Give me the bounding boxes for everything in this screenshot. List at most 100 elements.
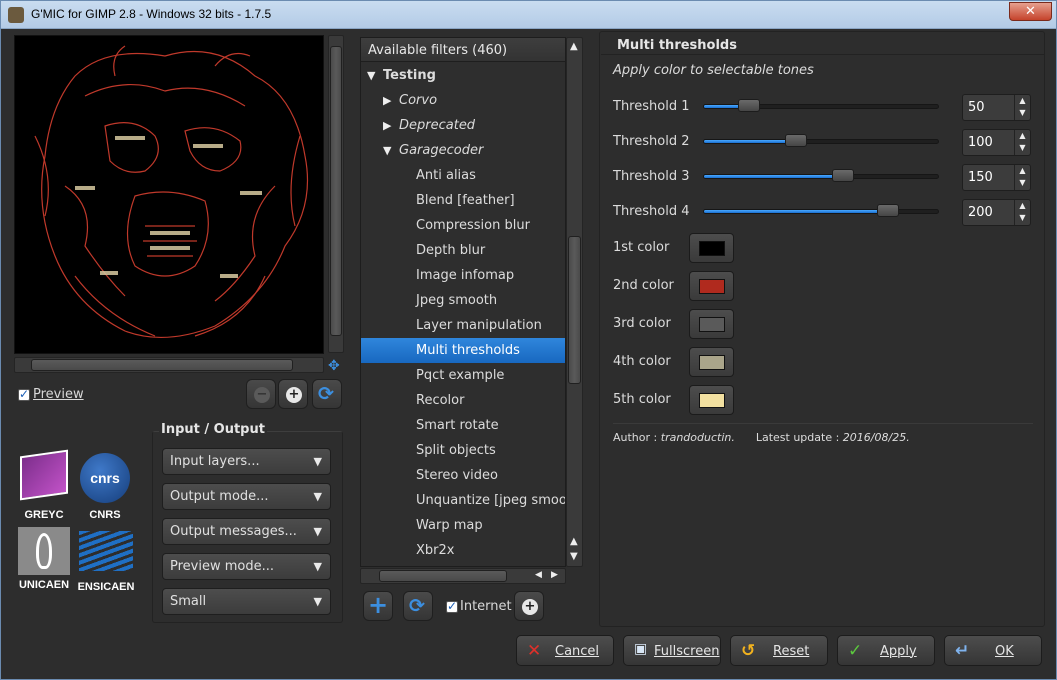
- filter-item[interactable]: Anti alias: [361, 163, 565, 188]
- move-icon[interactable]: ✥: [328, 358, 340, 374]
- filter-item[interactable]: Jpeg smooth: [361, 288, 565, 313]
- close-button[interactable]: ✕: [1009, 2, 1052, 21]
- spin-arrows-icon[interactable]: ▲ ▼: [1014, 130, 1030, 155]
- filter-folder[interactable]: ▶ Corvo: [361, 88, 565, 113]
- threshold-slider[interactable]: [703, 99, 939, 112]
- scroll-right-icon[interactable]: ▶: [551, 570, 558, 580]
- collapsed-arrow-icon[interactable]: ▶: [383, 88, 391, 113]
- slider-handle[interactable]: [832, 169, 855, 182]
- preview-image[interactable]: [14, 35, 324, 354]
- preview-horizontal-scrollbar[interactable]: [14, 357, 324, 373]
- expanded-arrow-icon[interactable]: ▼: [383, 138, 391, 163]
- scroll-left-icon[interactable]: ◀: [535, 570, 542, 580]
- apply-button[interactable]: ✓ Apply: [837, 635, 935, 666]
- internet-checkbox-label[interactable]: Internet: [460, 599, 512, 614]
- preview-size-combo[interactable]: Small ▼: [162, 588, 331, 615]
- filters-tree[interactable]: Available filters (460) ▼ Testing ▶ Corvo ▶ D…: [360, 37, 566, 567]
- input-layers-combo[interactable]: Input layers... ▼: [162, 448, 331, 475]
- filter-title: Multi thresholds: [617, 38, 737, 53]
- filters-vertical-scroll-thumb[interactable]: [568, 236, 581, 384]
- threshold-spinbox[interactable]: 50 ▲ ▼: [962, 94, 1031, 121]
- filters-horizontal-scroll-thumb[interactable]: [379, 570, 507, 582]
- filter-item[interactable]: Stereo video: [361, 463, 565, 488]
- threshold-slider[interactable]: [703, 204, 939, 217]
- greyc-logo[interactable]: GREYC: [16, 449, 72, 525]
- filter-item[interactable]: Unquantize [jpeg smooth]: [361, 488, 565, 513]
- ok-button[interactable]: ↵ OK: [944, 635, 1042, 666]
- filter-item[interactable]: Compression blur: [361, 213, 565, 238]
- threshold-spinbox[interactable]: 100 ▲ ▼: [962, 129, 1031, 156]
- gmic-window: G'MIC for GIMP 2.8 - Windows 32 bits - 1…: [0, 0, 1057, 680]
- zoom-in-button[interactable]: +: [278, 379, 308, 409]
- filter-label: Corvo: [399, 93, 438, 108]
- threshold-spinbox[interactable]: 150 ▲ ▼: [962, 164, 1031, 191]
- threshold-spinbox[interactable]: 200 ▲ ▼: [962, 199, 1031, 226]
- output-mode-combo[interactable]: Output mode... ▼: [162, 483, 331, 510]
- preview-checkbox-label[interactable]: Preview: [33, 387, 84, 402]
- cancel-label: Cancel: [555, 644, 600, 659]
- cnrs-logo[interactable]: cnrs CNRS: [77, 453, 133, 525]
- filter-label: Garagecoder: [399, 143, 484, 158]
- color-swatch: [699, 241, 725, 256]
- filter-item[interactable]: Blend [feather]: [361, 188, 565, 213]
- slider-handle[interactable]: [738, 99, 761, 112]
- filter-item[interactable]: Warp map: [361, 513, 565, 538]
- scroll-up-icon[interactable]: ▲: [570, 536, 578, 547]
- preview-checkbox[interactable]: [18, 387, 30, 401]
- spin-arrows-icon[interactable]: ▲ ▼: [1014, 200, 1030, 225]
- preview-vertical-scroll-thumb[interactable]: [330, 46, 342, 336]
- color-label: 5th color: [613, 392, 671, 407]
- zoom-out-button[interactable]: −: [246, 379, 276, 409]
- reset-button[interactable]: ↺ Reset: [730, 635, 828, 666]
- scroll-up-icon[interactable]: ▲: [570, 41, 578, 52]
- filters-horizontal-scrollbar[interactable]: ◀ ▶: [360, 568, 566, 584]
- filter-folder[interactable]: ▼ Testing: [361, 63, 565, 88]
- reset-zoom-button[interactable]: ⟳: [312, 379, 342, 409]
- output-messages-combo[interactable]: Output messages... ▼: [162, 518, 331, 545]
- color-picker-button[interactable]: [689, 309, 734, 339]
- cancel-button[interactable]: ✕ Cancel: [516, 635, 614, 666]
- unicaen-logo[interactable]: UNICAEN: [16, 527, 72, 593]
- internet-checkbox[interactable]: [446, 599, 458, 613]
- filter-item[interactable]: Depth blur: [361, 238, 565, 263]
- color-picker-button[interactable]: [689, 271, 734, 301]
- preview-horizontal-scroll-thumb[interactable]: [31, 359, 293, 371]
- threshold-label: Threshold 3: [613, 169, 690, 184]
- spin-arrows-icon[interactable]: ▲ ▼: [1014, 165, 1030, 190]
- filter-item[interactable]: Smart rotate: [361, 413, 565, 438]
- preview-vertical-scrollbar[interactable]: [328, 35, 344, 353]
- add-filter-source-button[interactable]: +: [514, 591, 544, 621]
- filter-item[interactable]: Multi thresholds: [361, 338, 565, 363]
- zoom-in-icon: +: [286, 387, 302, 403]
- filters-vertical-scrollbar[interactable]: ▲ ▲ ▼: [566, 37, 583, 567]
- filter-item[interactable]: Xbr2x: [361, 538, 565, 563]
- threshold-slider[interactable]: [703, 169, 939, 182]
- ensicaen-logo[interactable]: ENSICAEN: [77, 527, 135, 593]
- threshold-value[interactable]: 100: [968, 135, 993, 150]
- slider-handle[interactable]: [876, 204, 899, 217]
- filters-tree-header[interactable]: Available filters (460): [361, 38, 565, 62]
- color-picker-button[interactable]: [689, 385, 734, 415]
- add-faves-button[interactable]: +: [363, 591, 393, 621]
- threshold-slider[interactable]: [703, 134, 939, 147]
- color-picker-button[interactable]: [689, 233, 734, 263]
- slider-handle[interactable]: [785, 134, 808, 147]
- filter-item[interactable]: Pqct example: [361, 363, 565, 388]
- threshold-value[interactable]: 150: [968, 170, 993, 185]
- spin-arrows-icon[interactable]: ▲ ▼: [1014, 95, 1030, 120]
- filter-item[interactable]: Split objects: [361, 438, 565, 463]
- filter-item[interactable]: Recolor: [361, 388, 565, 413]
- expanded-arrow-icon[interactable]: ▼: [367, 63, 375, 88]
- preview-mode-combo[interactable]: Preview mode... ▼: [162, 553, 331, 580]
- filter-item[interactable]: Image infomap: [361, 263, 565, 288]
- fullscreen-button[interactable]: ▣ Fullscreen: [623, 635, 721, 666]
- filter-folder[interactable]: ▶ Deprecated: [361, 113, 565, 138]
- scroll-down-icon[interactable]: ▼: [570, 551, 578, 562]
- collapsed-arrow-icon[interactable]: ▶: [383, 113, 391, 138]
- filter-folder[interactable]: ▼ Garagecoder: [361, 138, 565, 163]
- threshold-value[interactable]: 200: [968, 205, 993, 220]
- filter-item[interactable]: Layer manipulation: [361, 313, 565, 338]
- color-picker-button[interactable]: [689, 347, 734, 377]
- threshold-value[interactable]: 50: [968, 100, 985, 115]
- refresh-filters-button[interactable]: ⟳: [403, 591, 433, 621]
